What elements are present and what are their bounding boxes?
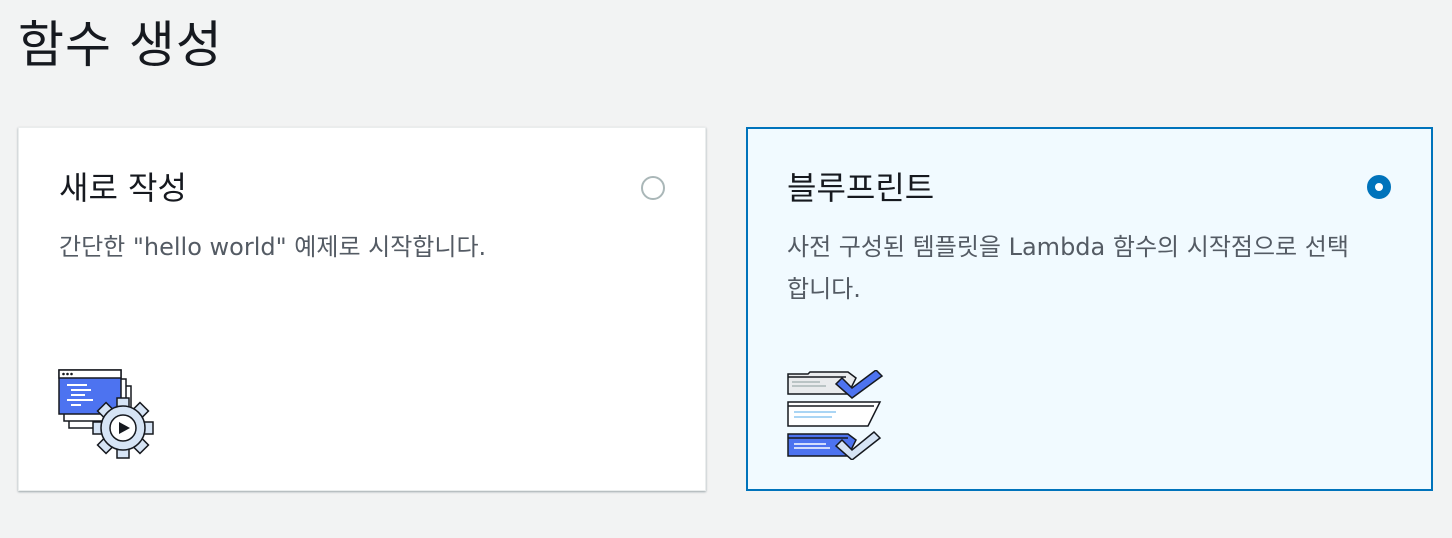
page-title: 함수 생성: [18, 16, 223, 74]
option-description: 간단한 "hello world" 예제로 시작합니다.: [59, 233, 487, 261]
blueprint-radio[interactable]: [1367, 175, 1391, 199]
author-from-scratch-radio[interactable]: [641, 176, 665, 200]
code-window-gear-icon: [57, 368, 157, 464]
option-title: 블루프린트: [787, 169, 935, 207]
author-from-scratch-option[interactable]: 새로 작성 간단한 "hello world" 예제로 시작합니다.: [18, 127, 706, 491]
blueprint-option[interactable]: 블루프린트 사전 구성된 템플릿을 Lambda 함수의 시작점으로 선택합니다…: [746, 127, 1433, 491]
option-title: 새로 작성: [59, 169, 187, 207]
option-description: 사전 구성된 템플릿을 Lambda 함수의 시작점으로 선택합니다.: [787, 233, 1349, 303]
blueprint-checklist-icon: [786, 369, 884, 464]
